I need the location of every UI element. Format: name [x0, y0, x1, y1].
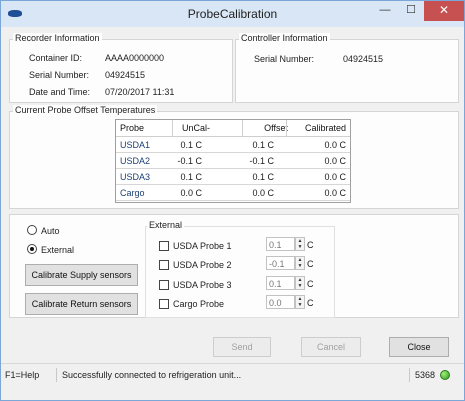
offset-cell: 0.1 C: [252, 140, 274, 150]
cancel-button[interactable]: Cancel: [301, 337, 361, 357]
column-header-uncal: UnCal-: [181, 123, 210, 133]
column-divider: [286, 120, 287, 137]
container-id-value: AAAA0000000: [105, 53, 165, 63]
cargo-probe-unit: C: [307, 298, 314, 308]
status-message: Successfully connected to refrigeration …: [62, 370, 242, 380]
column-divider: [172, 120, 173, 137]
usda-probe-3-label: USDA Probe 3: [173, 280, 232, 290]
status-divider: [409, 368, 410, 382]
spin-down-icon[interactable]: ▼: [296, 263, 304, 269]
auto-radio[interactable]: [27, 225, 37, 235]
calibrated-cell: 0.0 C: [324, 188, 346, 198]
calibrate-supply-button[interactable]: Calibrate Supply sensors: [25, 264, 138, 286]
spin-down-icon[interactable]: ▼: [296, 302, 304, 308]
connection-status-led-icon: [440, 370, 450, 380]
calibrate-return-button[interactable]: Calibrate Return sensors: [25, 293, 138, 315]
offset-cell: 0.0 C: [252, 188, 274, 198]
usda-probe-1-stepper[interactable]: ▲ ▼: [295, 237, 305, 251]
probe-cell: Cargo: [120, 188, 145, 198]
recorder-serial-label: Serial Number:: [29, 70, 90, 80]
column-divider: [242, 120, 243, 137]
close-button[interactable]: Close: [389, 337, 449, 357]
container-id-label: Container ID:: [29, 53, 83, 63]
usda-probe-3-unit: C: [307, 279, 314, 289]
uncal-cell: 0.0 C: [180, 188, 202, 198]
help-hint: F1=Help: [5, 370, 40, 380]
external-radio-label: External: [41, 245, 75, 255]
table-row[interactable]: USDA3 0.1 C 0.1 C 0.0 C: [116, 169, 350, 185]
status-code: 5368: [415, 370, 436, 380]
cargo-probe-label: Cargo Probe: [173, 299, 225, 309]
controller-info-legend: Controller Information: [239, 33, 330, 43]
usda-probe-1-checkbox[interactable]: [159, 241, 169, 251]
controller-serial-label: Serial Number:: [254, 54, 315, 64]
calibrated-cell: 0.0 C: [324, 140, 346, 150]
status-divider: [56, 368, 57, 382]
usda-probe-3-checkbox[interactable]: [159, 280, 169, 290]
probe-cell: USDA1: [120, 140, 151, 150]
column-header-probe: Probe: [120, 123, 145, 133]
usda-probe-2-unit: C: [307, 259, 314, 269]
controller-serial-value: 04924515: [343, 54, 384, 64]
status-bar: F1=Help Successfully connected to refrig…: [1, 363, 464, 400]
usda-probe-1-label: USDA Probe 1: [173, 241, 232, 251]
probe-cell: USDA3: [120, 172, 151, 182]
uncal-cell: 0.1 C: [180, 172, 202, 182]
maximize-button[interactable]: ☐: [398, 1, 424, 21]
column-header-calibrated: Calibrated: [304, 123, 346, 133]
usda-probe-2-stepper[interactable]: ▲ ▼: [295, 256, 305, 270]
table-header: Probe UnCal- Offset Calibrated: [116, 120, 350, 137]
offset-temperatures-table: Probe UnCal- Offset Calibrated USDA1 0.1…: [115, 119, 351, 203]
minimize-button[interactable]: —: [372, 1, 398, 21]
radio-selected-dot: [30, 247, 34, 251]
usda-probe-3-stepper[interactable]: ▲ ▼: [295, 276, 305, 290]
recorder-info-legend: Recorder Information: [13, 33, 102, 43]
usda-probe-1-unit: C: [307, 240, 314, 250]
external-group-legend: External: [147, 220, 185, 230]
offset-cell: -0.1 C: [249, 156, 274, 166]
external-radio[interactable]: [27, 244, 37, 254]
table-row[interactable]: USDA2 -0.1 C -0.1 C 0.0 C: [116, 153, 350, 169]
offset-temperatures-legend: Current Probe Offset Temperatures: [13, 105, 158, 115]
send-button[interactable]: Send: [213, 337, 271, 357]
window-close-button[interactable]: ✕: [424, 1, 464, 21]
uncal-cell: -0.1 C: [177, 156, 202, 166]
probe-calibration-window: ProbeCalibration — ☐ ✕ Recorder Informat…: [0, 0, 465, 401]
calibrated-cell: 0.0 C: [324, 156, 346, 166]
controller-info-group: [235, 39, 459, 103]
uncal-cell: 0.1 C: [180, 140, 202, 150]
probe-cell: USDA2: [120, 156, 151, 166]
cargo-probe-input[interactable]: 0.0: [266, 295, 295, 309]
usda-probe-2-checkbox[interactable]: [159, 260, 169, 270]
column-header-offset: Offset: [264, 123, 288, 133]
table-row[interactable]: Cargo 0.0 C 0.0 C 0.0 C: [116, 185, 350, 201]
usda-probe-3-input[interactable]: 0.1: [266, 276, 295, 290]
cargo-probe-stepper[interactable]: ▲ ▼: [295, 295, 305, 309]
datetime-label: Date and Time:: [29, 87, 91, 97]
offset-cell: 0.1 C: [252, 172, 274, 182]
calibrated-cell: 0.0 C: [324, 172, 346, 182]
recorder-serial-value: 04924515: [105, 70, 146, 80]
usda-probe-2-input[interactable]: -0.1: [266, 256, 295, 270]
usda-probe-2-label: USDA Probe 2: [173, 260, 232, 270]
cargo-probe-checkbox[interactable]: [159, 299, 169, 309]
spin-down-icon[interactable]: ▼: [296, 283, 304, 289]
datetime-value: 07/20/2017 11:31: [105, 87, 175, 97]
auto-radio-label: Auto: [41, 226, 60, 236]
spin-down-icon[interactable]: ▼: [296, 244, 304, 250]
table-row[interactable]: USDA1 0.1 C 0.1 C 0.0 C: [116, 137, 350, 153]
title-bar[interactable]: ProbeCalibration — ☐ ✕: [1, 1, 464, 27]
usda-probe-1-input[interactable]: 0.1: [266, 237, 295, 251]
